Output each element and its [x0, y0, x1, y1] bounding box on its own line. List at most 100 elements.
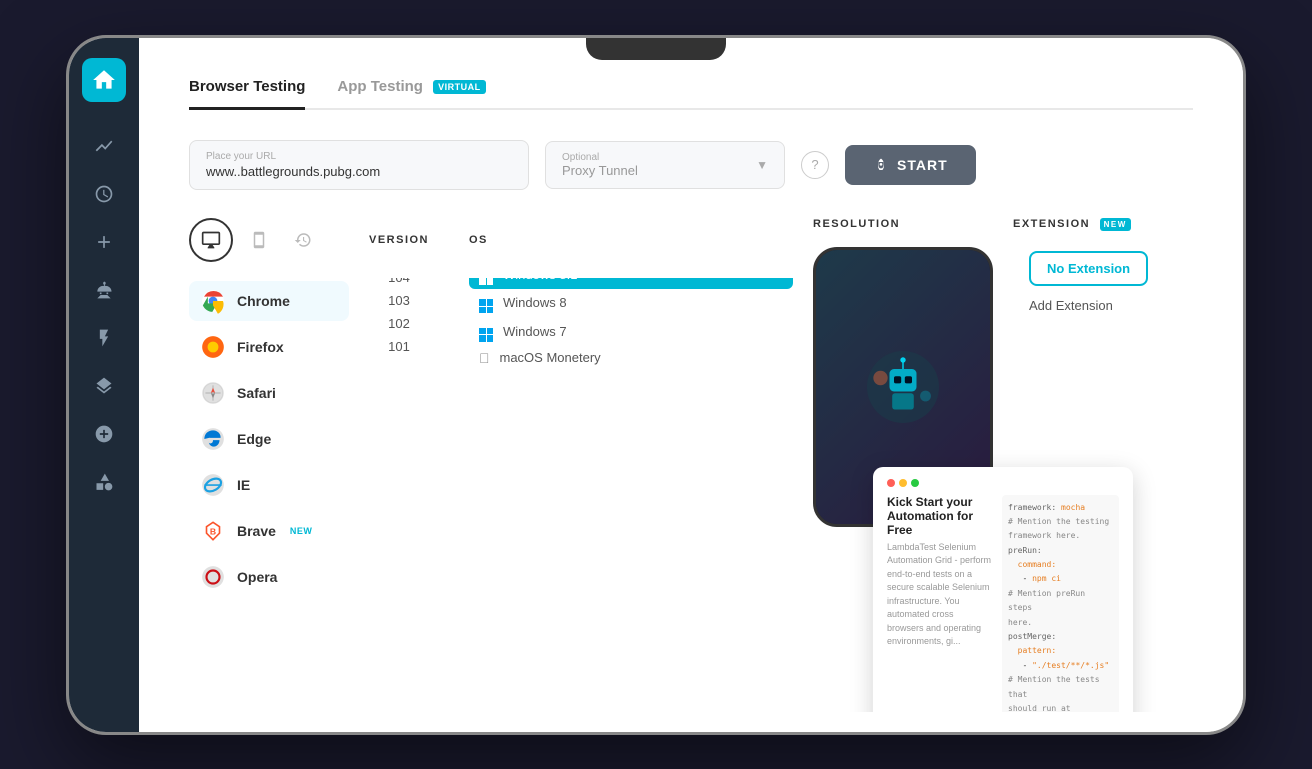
browser-row-opera[interactable]: Opera — [189, 554, 793, 598]
preview-title: Kick Start your Automation for Free — [887, 495, 992, 537]
browser-list: Chrome 105 Beta 104 103 102 101 — [189, 278, 793, 598]
tab-browser-testing[interactable]: Browser Testing — [189, 78, 305, 110]
tabs-bar: Browser Testing App Testing VIRTUAL — [189, 78, 1193, 110]
desktop-device-btn[interactable] — [189, 218, 233, 262]
ie-selector[interactable]: IE — [189, 465, 349, 505]
safari-name: Safari — [237, 385, 276, 401]
shapes-icon — [94, 472, 114, 492]
resolution-col: Kick Start your Automation for Free Lamb… — [813, 247, 1013, 712]
sidebar-logo[interactable] — [82, 58, 126, 102]
windows-icon-win7 — [479, 321, 493, 342]
windows-icon-win81 — [479, 278, 493, 285]
help-icon[interactable]: ? — [801, 151, 829, 179]
history-icon — [294, 231, 312, 249]
opera-selector[interactable]: Opera — [189, 557, 349, 597]
os-win8[interactable]: Windows 8 — [469, 289, 793, 318]
os-macos-monterey[interactable]:  macOS Monetery — [469, 346, 793, 370]
layers-icon — [94, 376, 114, 396]
edge-icon — [199, 425, 227, 453]
browser-row-ie[interactable]: IE — [189, 462, 793, 508]
opera-icon — [199, 563, 227, 591]
os-win7[interactable]: Windows 7 — [469, 317, 793, 346]
safari-selector[interactable]: Safari — [189, 373, 349, 413]
version-103[interactable]: 103 — [349, 289, 449, 312]
preview-description: LambdaTest Selenium Automation Grid - pe… — [887, 541, 992, 649]
opera-name: Opera — [237, 569, 277, 585]
config-area: VERSION OS — [189, 218, 1193, 712]
proxy-label: Optional — [562, 152, 638, 163]
version-header: VERSION — [349, 234, 449, 246]
tab-app-testing[interactable]: App Testing VIRTUAL — [337, 78, 485, 107]
ie-name: IE — [237, 477, 250, 493]
right-headers: RESOLUTION EXTENSION NEW — [813, 218, 1193, 231]
browser-row-chrome: Chrome 105 Beta 104 103 102 101 — [189, 278, 793, 324]
edge-selector[interactable]: Edge — [189, 419, 349, 459]
right-panel: RESOLUTION EXTENSION NEW — [813, 218, 1193, 712]
ie-icon — [199, 471, 227, 499]
version-102[interactable]: 102 — [349, 312, 449, 335]
brave-selector[interactable]: B Brave NEW — [189, 511, 349, 551]
sidebar — [69, 38, 139, 732]
proxy-arrow-icon: ▼ — [756, 158, 768, 172]
edge-name: Edge — [237, 431, 271, 447]
sidebar-item-analytics[interactable] — [84, 126, 124, 166]
no-extension-button[interactable]: No Extension — [1029, 251, 1148, 286]
resolution-header: RESOLUTION — [813, 218, 1013, 231]
firefox-name: Firefox — [237, 339, 284, 355]
safari-icon — [199, 379, 227, 407]
virtual-badge: VIRTUAL — [433, 80, 486, 94]
home-icon — [91, 67, 117, 93]
right-content: Kick Start your Automation for Free Lamb… — [813, 247, 1193, 712]
version-101[interactable]: 101 — [349, 335, 449, 358]
left-panel: VERSION OS — [189, 218, 793, 712]
start-button[interactable]: START — [845, 145, 976, 185]
brave-icon: B — [199, 517, 227, 545]
desktop-icon — [201, 230, 221, 250]
os-list: Windows 10 Windows 8.1 — [449, 278, 793, 370]
mobile-icon — [250, 231, 268, 249]
proxy-value: Proxy Tunnel — [562, 163, 638, 178]
robot-icon — [94, 280, 114, 300]
sidebar-item-add[interactable] — [84, 222, 124, 262]
robot-illustration — [858, 342, 948, 432]
firefox-selector[interactable]: Firefox — [189, 327, 349, 367]
sidebar-item-addcircle[interactable] — [84, 414, 124, 454]
chrome-icon — [199, 287, 227, 315]
sidebar-item-layers[interactable] — [84, 366, 124, 406]
proxy-wrap[interactable]: Optional Proxy Tunnel ▼ — [545, 141, 785, 189]
url-area: Place your URL www..battlegrounds.pubg.c… — [189, 140, 1193, 190]
add-icon — [94, 232, 114, 252]
browser-row-edge[interactable]: Edge — [189, 416, 793, 462]
chrome-versions: 105 Beta 104 103 102 101 — [349, 278, 449, 359]
windows-icon-win8 — [479, 293, 493, 314]
apple-icon-monterey:  — [479, 350, 490, 366]
history-btn[interactable] — [285, 222, 321, 258]
lightning-icon — [94, 328, 114, 348]
add-extension-link[interactable]: Add Extension — [1029, 298, 1193, 313]
os-header: OS — [449, 234, 793, 246]
svg-text:B: B — [210, 526, 216, 536]
chrome-selector[interactable]: Chrome — [189, 281, 349, 321]
sidebar-item-clock[interactable] — [84, 174, 124, 214]
device-notch — [586, 38, 726, 60]
os-win81[interactable]: Windows 8.1 — [469, 278, 793, 289]
browser-row-brave[interactable]: B Brave NEW — [189, 508, 793, 554]
sidebar-item-lightning[interactable] — [84, 318, 124, 358]
browser-row-safari[interactable]: Safari — [189, 370, 793, 416]
brave-badge: NEW — [290, 526, 313, 536]
mobile-device-btn[interactable] — [241, 222, 277, 258]
analytics-icon — [94, 136, 114, 156]
version-104[interactable]: 104 — [349, 278, 449, 290]
firefox-icon — [199, 333, 227, 361]
device-frame: Browser Testing App Testing VIRTUAL Plac… — [66, 35, 1246, 735]
chrome-name: Chrome — [237, 293, 290, 309]
sidebar-item-robot[interactable] — [84, 270, 124, 310]
url-value: www..battlegrounds.pubg.com — [206, 164, 512, 179]
main-content: Browser Testing App Testing VIRTUAL Plac… — [139, 38, 1243, 732]
extension-new-badge: NEW — [1100, 218, 1131, 231]
url-label: Place your URL — [206, 151, 512, 162]
rocket-icon — [873, 157, 889, 173]
brave-name: Brave — [237, 523, 276, 539]
sidebar-item-shapes[interactable] — [84, 462, 124, 502]
url-input-wrap[interactable]: Place your URL www..battlegrounds.pubg.c… — [189, 140, 529, 190]
